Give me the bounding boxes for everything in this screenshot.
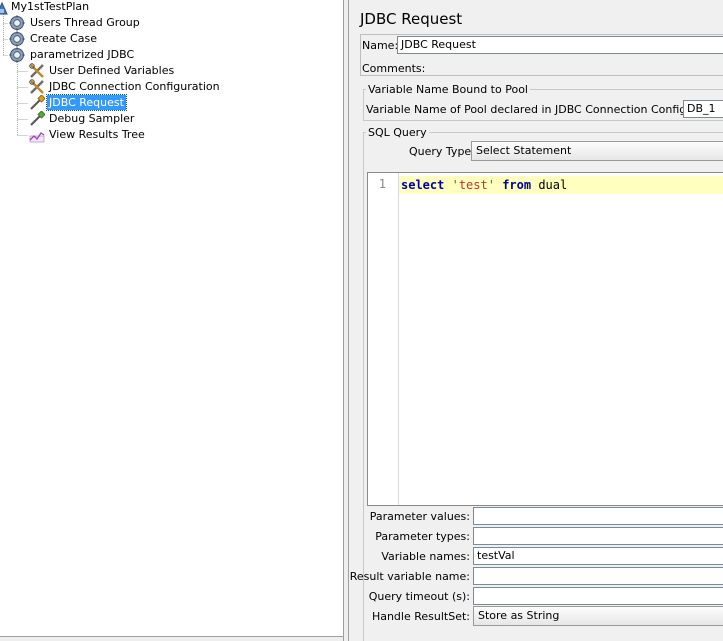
tree-item-label: Create Case [30, 32, 97, 45]
query-type-select[interactable]: Select Statement [471, 141, 723, 161]
tree-item-label: View Results Tree [49, 128, 145, 141]
tree-item-parametrized-jdbc[interactable]: parametrized JDBC [0, 47, 136, 63]
sampler-editor-panel: JDBC Request Name: JDBC Request Comments… [349, 0, 723, 641]
tree-item-create-case[interactable]: Create Case [0, 31, 99, 47]
tree-item-user-defined-variables[interactable]: User Defined Variables [0, 63, 176, 79]
result-variable-name-field[interactable] [473, 567, 723, 585]
sampler-pipette-icon [30, 95, 45, 110]
variable-names-field[interactable]: testVal [473, 547, 723, 565]
tree-item-jdbc-connection-configuration[interactable]: JDBC Connection Configuration [0, 79, 222, 95]
tree-bottom-edge [0, 636, 343, 641]
config-tools-icon [29, 79, 44, 94]
tree-item-jdbc-request[interactable]: JDBC Request [0, 94, 127, 111]
name-field[interactable]: JDBC Request [397, 36, 723, 54]
sql-query-group-title: SQL Query [366, 126, 429, 139]
comments-label: Comments: [362, 62, 426, 75]
name-label: Name: [362, 39, 399, 52]
tree-item-label: Users Thread Group [30, 16, 140, 29]
tree-item-label: parametrized JDBC [30, 48, 135, 61]
page-title: JDBC Request [360, 10, 463, 28]
sql-code-editor[interactable]: 1 select 'test' from dual [367, 172, 723, 506]
pool-label: Variable Name of Pool declared in JDBC C… [366, 103, 723, 116]
code-keyword: from [502, 178, 532, 192]
line-number: 1 [378, 177, 386, 191]
tree-item-view-results-tree[interactable]: View Results Tree [0, 127, 147, 143]
name-comments-box: Name: JDBC Request Comments: [360, 34, 723, 76]
tree-item-thread-group[interactable]: Users Thread Group [0, 15, 142, 31]
parameter-values-field[interactable] [473, 507, 723, 525]
pool-group-title: Variable Name Bound to Pool [366, 83, 530, 96]
handle-resultset-select[interactable]: Store as String [473, 606, 723, 626]
query-timeout-field[interactable] [473, 587, 723, 605]
tree-item-label: JDBC Connection Configuration [49, 80, 220, 93]
line-number-gutter: 1 [368, 173, 399, 505]
query-type-label: Query Type: [409, 145, 475, 158]
tree-item-test-plan[interactable]: My1stTestPlan [0, 0, 91, 15]
jmeter-window: My1stTestPlan Users Thread Group Create … [0, 0, 723, 641]
tree-item-label: My1stTestPlan [11, 0, 90, 13]
parameter-types-label: Parameter types: [375, 530, 470, 543]
parameter-types-field[interactable] [473, 527, 723, 545]
code-line-current: select 'test' from dual [399, 176, 723, 194]
code-keyword: select [401, 178, 445, 192]
test-plan-icon [0, 1, 8, 15]
thread-group-gear-icon [9, 31, 25, 47]
parameter-values-label: Parameter values: [369, 510, 470, 523]
listener-graph-icon [29, 132, 45, 143]
sampler-pipette-icon [30, 111, 45, 126]
code-identifier: dual [538, 178, 568, 192]
code-string: 'test' [451, 178, 495, 192]
handle-resultset-label: Handle ResultSet: [371, 610, 470, 623]
config-tools-icon [29, 63, 44, 78]
tree-item-label: User Defined Variables [49, 64, 175, 77]
result-variable-name-label: Result variable name: [349, 570, 470, 583]
thread-group-gear-icon [9, 15, 25, 31]
tree-item-label: Debug Sampler [49, 112, 135, 125]
tree-item-debug-sampler[interactable]: Debug Sampler [0, 111, 136, 127]
thread-group-gear-icon [9, 47, 25, 63]
pool-name-field[interactable]: DB_1 [683, 100, 723, 118]
variable-names-label: Variable names: [381, 550, 470, 563]
query-timeout-label: Query timeout (s): [368, 590, 470, 603]
tree-item-label: JDBC Request [46, 94, 127, 111]
test-plan-tree[interactable]: My1stTestPlan Users Thread Group Create … [0, 0, 343, 636]
comments-field[interactable] [419, 58, 723, 76]
